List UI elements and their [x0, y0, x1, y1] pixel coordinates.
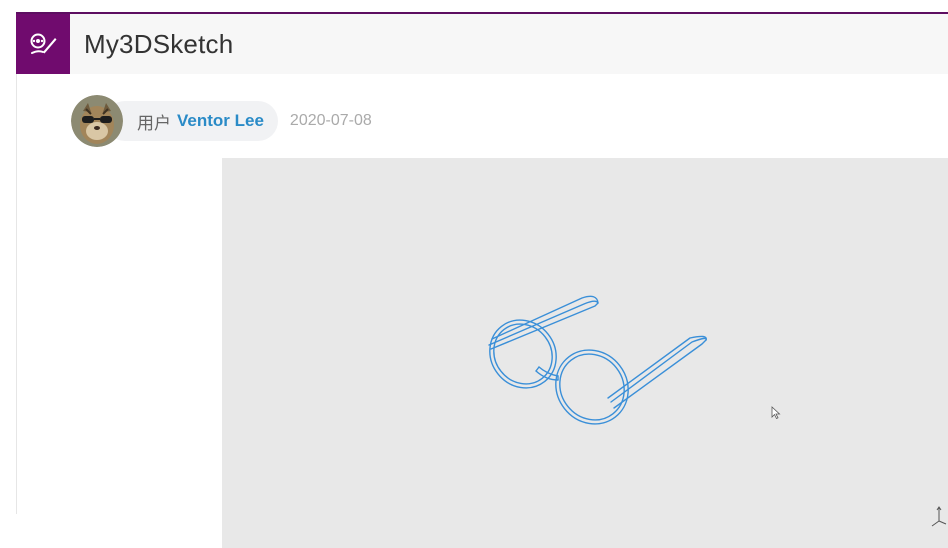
app-logo[interactable]	[16, 14, 70, 74]
app-header: My3DSketch	[16, 14, 948, 74]
user-pill[interactable]: 用户 Ventor Lee	[105, 101, 278, 141]
user-prefix-label: 用户	[137, 113, 171, 133]
page: My3DSketch 用户 Ventor Lee 2020-07-08	[0, 0, 948, 548]
user-name-link[interactable]: Ventor Lee	[177, 111, 264, 131]
post-author-row: 用户 Ventor Lee 2020-07-08	[71, 95, 372, 147]
sketch-logo-icon	[30, 33, 57, 54]
content-left-border	[16, 74, 17, 514]
avatar[interactable]	[71, 95, 123, 147]
3d-viewport[interactable]	[222, 158, 948, 548]
app-title: My3DSketch	[84, 28, 234, 59]
mouse-cursor-icon	[771, 406, 781, 420]
glasses-model	[488, 295, 707, 425]
post-date: 2020-07-08	[289, 112, 372, 129]
axis-gizmo-icon	[931, 506, 947, 527]
